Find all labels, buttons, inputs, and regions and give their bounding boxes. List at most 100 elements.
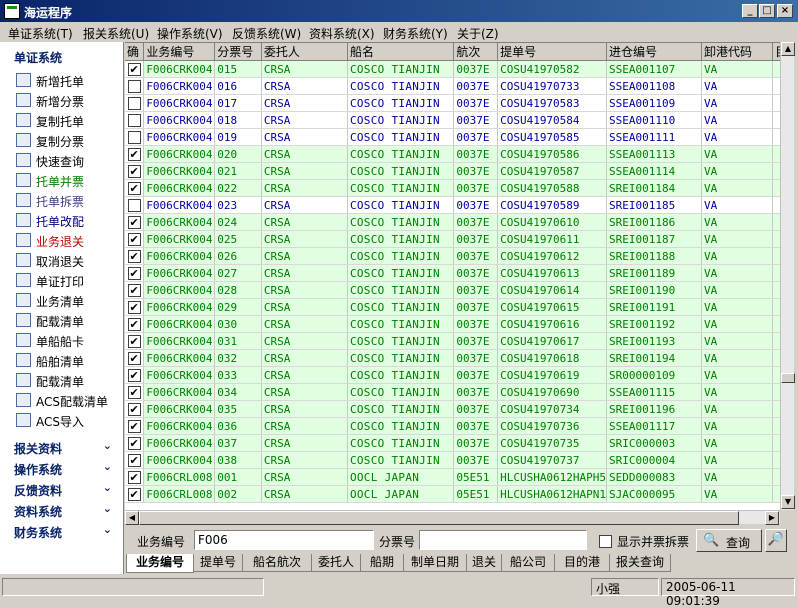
table-row[interactable]: F006CRK004 016 CRSA COSCO TIANJIN 0037E COSU4…	[125, 77, 793, 95]
table-row[interactable]: F006CRK004 023 CRSA COSCO TIANJIN 0037E COSU4…	[125, 196, 793, 214]
row-check-cell[interactable]: ✔	[125, 162, 145, 180]
table-row[interactable]: ✔ F006CRK004 027 CRSA COSCO TIANJIN 0037E COSU…	[125, 264, 793, 282]
row-check-cell[interactable]: ✔	[125, 281, 145, 299]
sidebar-item[interactable]: 复制分票	[14, 130, 120, 150]
sidebar-item[interactable]: 业务退关	[14, 230, 120, 250]
menu-feedback[interactable]: 反馈系统(W)	[232, 25, 301, 42]
scroll-left-icon[interactable]: ◀	[125, 511, 139, 525]
row-check-cell[interactable]: ✔	[125, 366, 145, 384]
menu-documents[interactable]: 单证系统(T)	[8, 25, 73, 42]
tab[interactable]: 委托人	[311, 554, 361, 572]
vertical-scrollbar[interactable]: ▲ ▼	[780, 42, 795, 510]
sidebar-item[interactable]: 配载清单	[14, 310, 120, 330]
row-check-cell[interactable]	[125, 77, 145, 95]
horizontal-scrollbar[interactable]: ◀ ▶	[125, 510, 780, 525]
row-checkbox[interactable]: ✔	[127, 266, 141, 280]
tab[interactable]: 目的港	[554, 554, 610, 572]
minimize-button[interactable]: _	[742, 4, 758, 18]
row-check-cell[interactable]: ✔	[125, 315, 145, 333]
tab[interactable]: 报关查询	[609, 554, 671, 572]
scroll-right-icon[interactable]: ▶	[765, 511, 779, 525]
scroll-down-icon[interactable]: ▼	[781, 495, 795, 509]
row-check-cell[interactable]: ✔	[125, 383, 145, 401]
scroll-up-icon[interactable]: ▲	[781, 42, 795, 56]
tab[interactable]: 提单号	[193, 554, 243, 572]
menu-finance[interactable]: 财务系统(Y)	[383, 25, 448, 42]
tab[interactable]: 退关	[466, 554, 502, 572]
column-header[interactable]: 委托人	[261, 43, 348, 61]
row-checkbox[interactable]	[127, 79, 141, 93]
table-row[interactable]: ✔ F006CRK004 035 CRSA COSCO TIANJIN 0037E COSU…	[125, 400, 793, 418]
sidebar-item[interactable]: 托单改配	[14, 210, 120, 230]
table-row[interactable]: ✔ F006CRK004 025 CRSA COSCO TIANJIN 0037E COSU…	[125, 230, 793, 248]
table-row[interactable]: ✔ F006CRK004 022 CRSA COSCO TIANJIN 0037E COSU…	[125, 179, 793, 197]
menu-operations[interactable]: 操作系统(V)	[157, 25, 223, 42]
row-check-cell[interactable]	[125, 94, 145, 112]
row-checkbox[interactable]: ✔	[127, 487, 141, 501]
row-check-cell[interactable]	[125, 111, 145, 129]
tab[interactable]: 船公司	[501, 554, 555, 572]
row-checkbox[interactable]	[127, 96, 141, 110]
column-header[interactable]: 卸港代码	[701, 43, 774, 61]
sidebar-section[interactable]: 资料系统 ⌄	[2, 500, 120, 520]
row-checkbox[interactable]: ✔	[127, 317, 141, 331]
tab[interactable]: 船名航次	[242, 554, 312, 572]
row-check-cell[interactable]: ✔	[125, 179, 145, 197]
sidebar-item[interactable]: 配载清单	[14, 370, 120, 390]
row-check-cell[interactable]: ✔	[125, 264, 145, 282]
row-check-cell[interactable]: ✔	[125, 213, 145, 231]
table-row[interactable]: ✔ F006CRK004 032 CRSA COSCO TIANJIN 0037E COSU…	[125, 349, 793, 367]
row-check-cell[interactable]: ✔	[125, 332, 145, 350]
row-check-cell[interactable]: ✔	[125, 451, 145, 469]
row-check-cell[interactable]: ✔	[125, 60, 145, 78]
row-checkbox[interactable]: ✔	[127, 300, 141, 314]
row-checkbox[interactable]: ✔	[127, 453, 141, 467]
close-button[interactable]: ×	[777, 4, 793, 18]
row-checkbox[interactable]: ✔	[127, 249, 141, 263]
sidebar-section[interactable]: 财务系统 ⌄	[2, 521, 120, 541]
row-checkbox[interactable]: ✔	[127, 283, 141, 297]
hscroll-thumb[interactable]	[139, 511, 739, 525]
sidebar-item[interactable]: 业务清单	[14, 290, 120, 310]
tab[interactable]: 制单日期	[403, 554, 467, 572]
sidebar-item[interactable]: 单证打印	[14, 270, 120, 290]
query-button[interactable]: 🔍 查询	[696, 529, 762, 552]
row-checkbox[interactable]: ✔	[127, 351, 141, 365]
column-header[interactable]: 业务编号	[143, 43, 216, 61]
subno-input[interactable]	[419, 530, 587, 550]
row-checkbox[interactable]: ✔	[127, 470, 141, 484]
table-row[interactable]: ✔ F006CRL008 002 CRSA OOCL JAPAN 05E51 HLCUSHA…	[125, 485, 793, 503]
table-row[interactable]: ✔ F006CRK004 036 CRSA COSCO TIANJIN 0037E COSU…	[125, 417, 793, 435]
table-row[interactable]: F006CRK004 017 CRSA COSCO TIANJIN 0037E COSU4…	[125, 94, 793, 112]
row-check-cell[interactable]	[125, 128, 145, 146]
row-check-cell[interactable]: ✔	[125, 468, 145, 486]
row-checkbox[interactable]: ✔	[127, 62, 141, 76]
table-row[interactable]: F006CRK004 019 CRSA COSCO TIANJIN 0037E COSU4…	[125, 128, 793, 146]
row-checkbox[interactable]: ✔	[127, 419, 141, 433]
table-row[interactable]: ✔ F006CRL008 001 CRSA OOCL JAPAN 05E51 HLCUSHA…	[125, 468, 793, 486]
sidebar-item[interactable]: 新增托单	[14, 70, 120, 90]
row-check-cell[interactable]: ✔	[125, 485, 145, 503]
sidebar-item[interactable]: 托单并票	[14, 170, 120, 190]
bizno-input[interactable]: F006	[194, 530, 374, 550]
sidebar-item[interactable]: ACS配载清单	[14, 390, 120, 410]
sidebar-item[interactable]: 复制托单	[14, 110, 120, 130]
sidebar-item[interactable]: ACS导入	[14, 410, 120, 430]
sidebar-item[interactable]: 新增分票	[14, 90, 120, 110]
row-checkbox[interactable]: ✔	[127, 402, 141, 416]
merge-checkbox[interactable]	[599, 535, 612, 548]
row-checkbox[interactable]	[127, 130, 141, 144]
row-checkbox[interactable]	[127, 198, 141, 212]
row-checkbox[interactable]: ✔	[127, 181, 141, 195]
sidebar-item[interactable]: 单船船卡	[14, 330, 120, 350]
tab[interactable]: 业务编号	[126, 554, 194, 573]
sidebar-item[interactable]: 托单拆票	[14, 190, 120, 210]
row-checkbox[interactable]: ✔	[127, 164, 141, 178]
row-checkbox[interactable]: ✔	[127, 385, 141, 399]
row-checkbox[interactable]: ✔	[127, 147, 141, 161]
sidebar-item[interactable]: 船舶清单	[14, 350, 120, 370]
table-row[interactable]: ✔ F006CRK004 026 CRSA COSCO TIANJIN 0037E COSU…	[125, 247, 793, 265]
table-row[interactable]: ✔ F006CRK004 034 CRSA COSCO TIANJIN 0037E COSU…	[125, 383, 793, 401]
sidebar-section[interactable]: 操作系统 ⌄	[2, 458, 120, 478]
row-check-cell[interactable]: ✔	[125, 145, 145, 163]
